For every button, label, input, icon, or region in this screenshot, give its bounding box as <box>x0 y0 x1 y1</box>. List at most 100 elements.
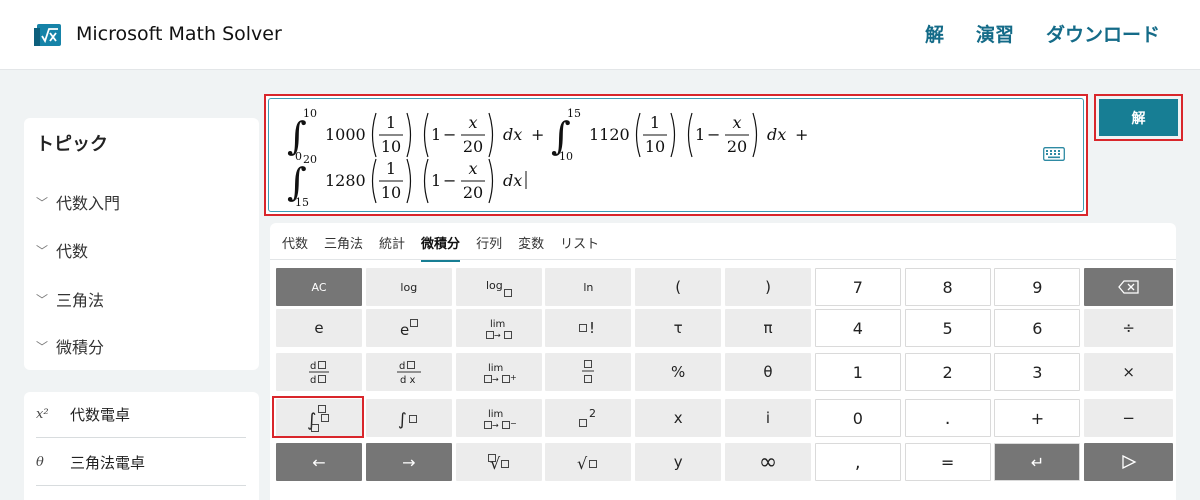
derivative-key[interactable]: dd <box>276 353 362 391</box>
divide-key[interactable]: ÷ <box>1084 309 1174 347</box>
definite-integral-key[interactable]: ∫ <box>276 399 362 437</box>
submit-key[interactable] <box>1084 443 1174 481</box>
ln-key[interactable]: ln <box>545 268 632 306</box>
tab-calculus[interactable]: 微積分 <box>421 233 461 262</box>
key-label: x <box>673 409 683 427</box>
close-paren-key[interactable]: ) <box>725 268 811 306</box>
fraction-glyph-icon <box>582 360 595 383</box>
e-key[interactable]: e <box>276 309 362 347</box>
key-label: θ <box>763 363 773 381</box>
digit-8-key[interactable]: 8 <box>904 268 991 306</box>
nav-solve[interactable]: 解 <box>925 20 944 47</box>
digit-4-key[interactable]: 4 <box>814 309 901 347</box>
log-key[interactable]: log <box>365 268 452 306</box>
dx: dx <box>503 171 522 190</box>
fraction-numerator: 1 <box>650 113 660 132</box>
key-label: , <box>854 451 861 473</box>
trig-calculator-link[interactable]: θ 三角法電卓 <box>36 440 246 486</box>
key-label: ( <box>675 278 682 296</box>
tab-matrix[interactable]: 行列 <box>476 233 502 262</box>
key-label: 0 <box>852 408 863 428</box>
decimal-key[interactable]: . <box>904 399 991 437</box>
svg-text:−: − <box>510 419 516 428</box>
nth-root-key[interactable]: √ <box>455 443 542 481</box>
tau-key[interactable]: τ <box>635 309 722 347</box>
tab-statistics[interactable]: 統計 <box>379 233 405 262</box>
x-key[interactable]: x <box>635 399 722 437</box>
open-paren <box>423 158 429 204</box>
i-key[interactable]: i <box>725 399 811 437</box>
left-arrow-key[interactable]: ← <box>276 443 362 481</box>
limit-right-glyph-icon: lim→ + <box>483 363 516 384</box>
nav-practice[interactable]: 演習 <box>976 20 1014 47</box>
tab-divider <box>270 259 1176 260</box>
factorial-key[interactable]: ! <box>545 309 632 347</box>
submit-glyph-icon <box>1122 455 1137 469</box>
key-label: + <box>1030 408 1045 428</box>
x-squared-icon: x² <box>36 407 49 422</box>
fraction-key[interactable] <box>545 353 632 391</box>
math-input[interactable]: ∫ 10 0 1000 1 10 1− x 20 dx + ∫ 15 10 1120 1 10 1− x 20 dx + ∫… <box>268 98 1084 212</box>
svg-text:√: √ <box>577 454 588 473</box>
digit-1-key[interactable]: 1 <box>814 353 901 391</box>
digit-6-key[interactable]: 6 <box>994 309 1081 347</box>
tab-algebra[interactable]: 代数 <box>282 233 308 262</box>
topic-algebra[interactable]: ﹀ 代数 <box>36 238 88 262</box>
fraction-numerator: x <box>468 113 477 132</box>
integral-key[interactable]: ∫ <box>365 399 452 437</box>
multiply-key[interactable]: × <box>1084 353 1174 391</box>
key-label: × <box>1122 363 1135 381</box>
equals-key[interactable]: = <box>904 443 991 481</box>
digit-5-key[interactable]: 5 <box>904 309 991 347</box>
keyboard-icon[interactable] <box>1043 147 1065 161</box>
pi-key[interactable]: π <box>725 309 811 347</box>
svg-text:→: → <box>494 331 501 340</box>
sqrt-key[interactable]: √ <box>545 443 632 481</box>
backspace-key[interactable] <box>1084 268 1174 306</box>
nth-root-glyph-icon: √ <box>487 454 509 473</box>
nav-download[interactable]: ダウンロード <box>1046 20 1160 47</box>
infinity-key[interactable]: ∞ <box>725 443 811 481</box>
math-expression[interactable]: ∫10010001101 −x20dx + ∫151011201101 −x20dx +∫… <box>269 99 1069 213</box>
key-label: i <box>765 409 771 427</box>
percent-key[interactable]: % <box>635 353 722 391</box>
solve-button[interactable]: 解 <box>1099 99 1178 136</box>
log-base-key[interactable]: log <box>455 268 542 306</box>
digit-9-key[interactable]: 9 <box>994 268 1081 306</box>
open-paren <box>687 112 693 158</box>
plus-key[interactable]: + <box>994 399 1081 437</box>
tab-variables[interactable]: 変数 <box>518 233 544 262</box>
enter-key[interactable]: ↵ <box>994 443 1081 481</box>
exp-key[interactable]: e <box>365 309 452 347</box>
clear-key[interactable]: AC <box>276 268 362 306</box>
topic-trigonometry[interactable]: ﹀ 三角法 <box>36 287 104 311</box>
derivative-dx-key[interactable]: d d x <box>365 353 452 391</box>
digit-3-key[interactable]: 3 <box>994 353 1081 391</box>
fraction-numerator: x <box>732 113 741 132</box>
y-key[interactable]: y <box>635 443 722 481</box>
fraction-denominator: 10 <box>381 137 401 156</box>
digit-7-key[interactable]: 7 <box>814 268 901 306</box>
minus-key[interactable]: − <box>1084 399 1174 437</box>
app-title[interactable]: Microsoft Math Solver <box>76 23 282 45</box>
topic-intro-algebra[interactable]: ﹀ 代数入門 <box>36 190 120 214</box>
limit-right-key[interactable]: lim → + <box>455 353 542 391</box>
key-label: ln <box>583 280 594 294</box>
open-paren-key[interactable]: ( <box>635 268 722 306</box>
topic-calculus[interactable]: ﹀ 微積分 <box>36 334 104 358</box>
right-arrow-key[interactable]: → <box>365 443 452 481</box>
limit-key[interactable]: lim → <box>455 309 542 347</box>
math-solver-logo-icon[interactable] <box>34 20 64 50</box>
algebra-calculator-link[interactable]: x² 代数電卓 <box>36 392 246 438</box>
theta-key[interactable]: θ <box>725 353 811 391</box>
svg-text:lim: lim <box>490 319 505 330</box>
comma-key[interactable]: , <box>814 443 901 481</box>
coefficient: 1120 <box>589 125 630 144</box>
square-key[interactable]: 2 <box>545 399 632 437</box>
digit-0-key[interactable]: 0 <box>814 399 901 437</box>
limit-left-key[interactable]: lim → − <box>455 399 542 437</box>
digit-2-key[interactable]: 2 <box>904 353 991 391</box>
minus-sign: − <box>443 125 456 144</box>
tab-list[interactable]: リスト <box>560 233 599 262</box>
tab-trigonometry[interactable]: 三角法 <box>324 233 363 262</box>
